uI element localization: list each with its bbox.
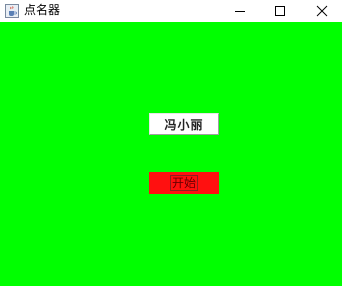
start-button-label: 开始 [169,175,198,191]
maximize-button[interactable] [258,0,302,22]
close-icon [316,5,328,17]
maximize-icon [275,6,285,16]
minimize-icon [235,11,245,12]
title-bar[interactable]: 点名器 [0,0,342,22]
window-title: 点名器 [24,3,61,17]
name-display-field: 冯小丽 [149,113,219,135]
java-coffee-cup-icon [5,3,19,18]
close-button[interactable] [300,0,342,22]
content-panel: 冯小丽 开始 [0,22,342,286]
minimize-button[interactable] [218,0,262,22]
start-button[interactable]: 开始 [149,172,219,194]
app-window: 点名器 冯小丽 开始 [0,0,342,286]
